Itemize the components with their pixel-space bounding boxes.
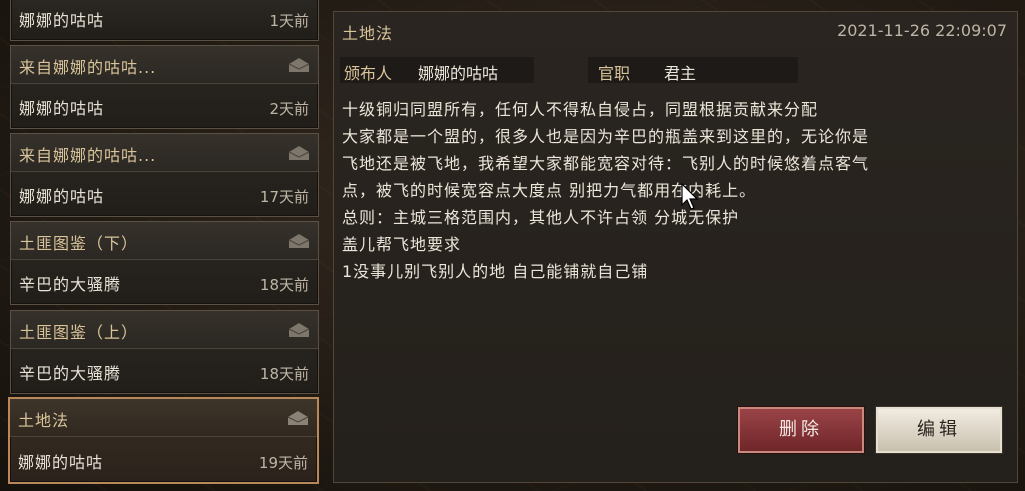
rank-value: 君主 (664, 64, 697, 83)
edit-button[interactable]: 编辑 (876, 407, 1002, 453)
body-line: 总则：主城三格范围内，其他人不许占领 分城无保护 (342, 208, 740, 227)
publisher-name: 娜娜的咕咕 (418, 64, 499, 83)
envelope-icon (288, 146, 310, 160)
mail-date: 2021-11-26 22:09:07 (837, 21, 1007, 40)
mail-subject-bar: 土地法 (10, 399, 317, 437)
mail-time: 1天前 (269, 12, 309, 30)
mail-subject-bar: 土匪图鉴（上） (11, 311, 318, 349)
mouse-cursor-icon (681, 183, 699, 210)
mail-subject: 来自娜娜的咕咕... (19, 58, 157, 77)
mail-item[interactable]: 娜娜的咕咕 1天前 (10, 0, 319, 41)
mail-time: 19天前 (258, 454, 308, 472)
body-line: 飞地还是被飞地，我希望大家都能宽容对待：飞别人的时候悠着点客气 (342, 154, 870, 173)
body-line: 点，被飞的时候宽容点大度点 别把力气都用在内耗上。 (342, 181, 757, 200)
mail-sender: 娜娜的咕咕 (19, 187, 105, 206)
body-line: 盖儿帮飞地要求 (342, 235, 462, 254)
mail-subject: 来自娜娜的咕咕... (19, 146, 157, 165)
mail-time: 18天前 (259, 276, 309, 294)
mail-item-selected[interactable]: 土地法 娜娜的咕咕 19天前 (8, 397, 319, 484)
envelope-icon (288, 234, 310, 248)
mail-subject: 土匪图鉴（上） (19, 323, 139, 342)
mail-detail-panel: 土地法 2021-11-26 22:09:07 颁布人 娜娜的咕咕 官职 君主 … (333, 11, 1018, 483)
mail-time: 2天前 (269, 100, 309, 118)
mail-item[interactable]: 土匪图鉴（上） 辛巴的大骚腾 18天前 (10, 310, 319, 394)
mail-item[interactable]: 来自娜娜的咕咕... 娜娜的咕咕 2天前 (10, 45, 319, 129)
mail-time: 18天前 (259, 365, 309, 383)
mail-subject: 土匪图鉴（下） (19, 234, 139, 253)
mail-time: 17天前 (259, 188, 309, 206)
mail-sender: 娜娜的咕咕 (19, 11, 105, 30)
publisher-label: 颁布人 (344, 64, 393, 83)
envelope-icon (287, 411, 309, 425)
publisher-box: 颁布人 娜娜的咕咕 (340, 57, 534, 83)
mail-subject-bar: 来自娜娜的咕咕... (11, 46, 318, 84)
mail-subject: 土地法 (18, 411, 70, 430)
mail-title: 土地法 (342, 24, 394, 43)
mail-subject-bar: 土匪图鉴（下） (11, 222, 318, 260)
mail-sender: 娜娜的咕咕 (19, 99, 105, 118)
body-line: 大家都是一个盟的，很多人也是因为辛巴的瓶盖来到这里的，无论你是 (342, 127, 870, 146)
mail-sender: 辛巴的大骚腾 (19, 275, 122, 294)
envelope-icon (288, 323, 310, 337)
mail-body: 十级铜归同盟所有，任何人不得私自侵占，同盟根据贡献来分配 大家都是一个盟的，很多… (342, 96, 1012, 352)
body-line: 1没事儿别飞别人的地 自己能铺就自己铺 (342, 262, 649, 281)
mail-sender: 辛巴的大骚腾 (19, 364, 122, 383)
envelope-icon (288, 58, 310, 72)
rank-box: 官职 君主 (588, 57, 798, 83)
mail-item[interactable]: 土匪图鉴（下） 辛巴的大骚腾 18天前 (10, 221, 319, 305)
rank-label: 官职 (598, 64, 631, 83)
mail-item[interactable]: 来自娜娜的咕咕... 娜娜的咕咕 17天前 (10, 133, 319, 217)
delete-button[interactable]: 删除 (738, 407, 864, 453)
mail-sender: 娜娜的咕咕 (18, 453, 104, 472)
mail-subject-bar: 来自娜娜的咕咕... (11, 134, 318, 172)
body-line: 十级铜归同盟所有，任何人不得私自侵占，同盟根据贡献来分配 (342, 100, 819, 119)
